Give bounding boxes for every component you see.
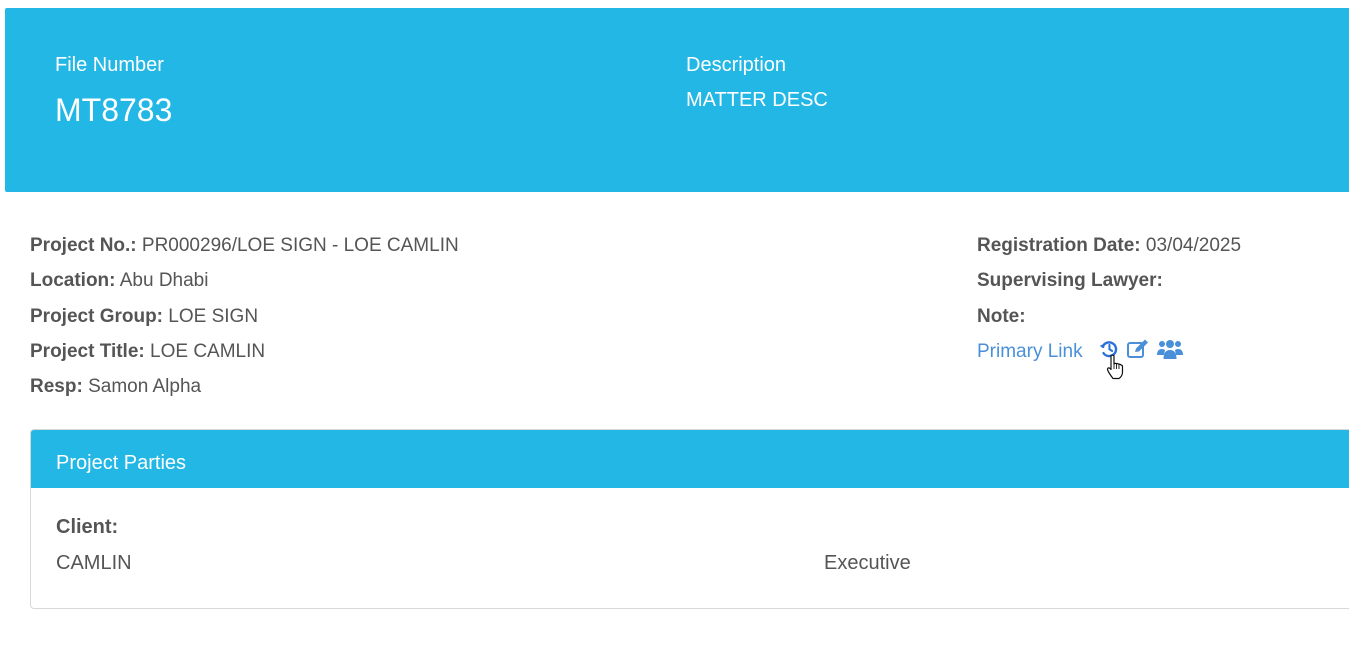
project-no-row: Project No.: PR000296/LOE SIGN - LOE CAM… bbox=[30, 228, 459, 263]
project-parties-title: Project Parties bbox=[31, 430, 1349, 488]
description-value: MATTER DESC bbox=[686, 89, 828, 111]
project-no-label: Project No.: bbox=[30, 235, 137, 256]
project-no-value: PR000296/LOE SIGN - LOE CAMLIN bbox=[141, 235, 459, 256]
users-icon[interactable] bbox=[1156, 338, 1184, 360]
project-title-value: LOE CAMLIN bbox=[150, 340, 266, 362]
file-number-label: File Number bbox=[55, 54, 164, 76]
note-label: Note: bbox=[977, 305, 1026, 327]
supervising-lawyer-row: Supervising Lawyer: bbox=[977, 263, 1241, 298]
project-parties-panel: Project Parties Client: CAMLIN Executive bbox=[30, 429, 1349, 609]
project-group-row: Project Group: LOE SIGN bbox=[30, 299, 459, 334]
client-name: CAMLIN bbox=[56, 552, 132, 574]
client-role: Executive bbox=[824, 552, 911, 574]
supervising-lawyer-label: Supervising Lawyer: bbox=[977, 270, 1163, 292]
project-details-right: Registration Date: 03/04/2025 Supervisin… bbox=[977, 228, 1241, 369]
edit-icon[interactable] bbox=[1126, 338, 1150, 360]
note-row: Note: bbox=[977, 299, 1241, 334]
pointer-cursor-icon bbox=[1106, 354, 1124, 385]
primary-link[interactable]: Primary Link bbox=[977, 341, 1083, 362]
registration-date-label: Registration Date: bbox=[977, 235, 1141, 256]
project-group-value: LOE SIGN bbox=[168, 305, 259, 327]
description-label: Description bbox=[686, 54, 787, 76]
project-details-left: Project No.: PR000296/LOE SIGN - LOE CAM… bbox=[30, 228, 459, 404]
project-title-row: Project Title: LOE CAMLIN bbox=[30, 334, 459, 369]
resp-row: Resp: Samon Alpha bbox=[30, 369, 459, 404]
registration-date-row: Registration Date: 03/04/2025 bbox=[977, 228, 1241, 263]
location-value: Abu Dhabi bbox=[119, 270, 209, 292]
resp-value: Samon Alpha bbox=[88, 376, 202, 398]
project-group-label: Project Group: bbox=[30, 305, 164, 327]
file-number-value: MT8783 bbox=[55, 92, 173, 128]
matter-header-banner: File Number MT8783 Description MATTER DE… bbox=[5, 8, 1349, 192]
location-label: Location: bbox=[30, 270, 116, 292]
location-row: Location: Abu Dhabi bbox=[30, 263, 459, 298]
resp-label: Resp: bbox=[30, 376, 83, 398]
registration-date-value: 03/04/2025 bbox=[1145, 235, 1242, 256]
client-label: Client: bbox=[56, 516, 119, 538]
project-title-label: Project Title: bbox=[30, 340, 145, 362]
